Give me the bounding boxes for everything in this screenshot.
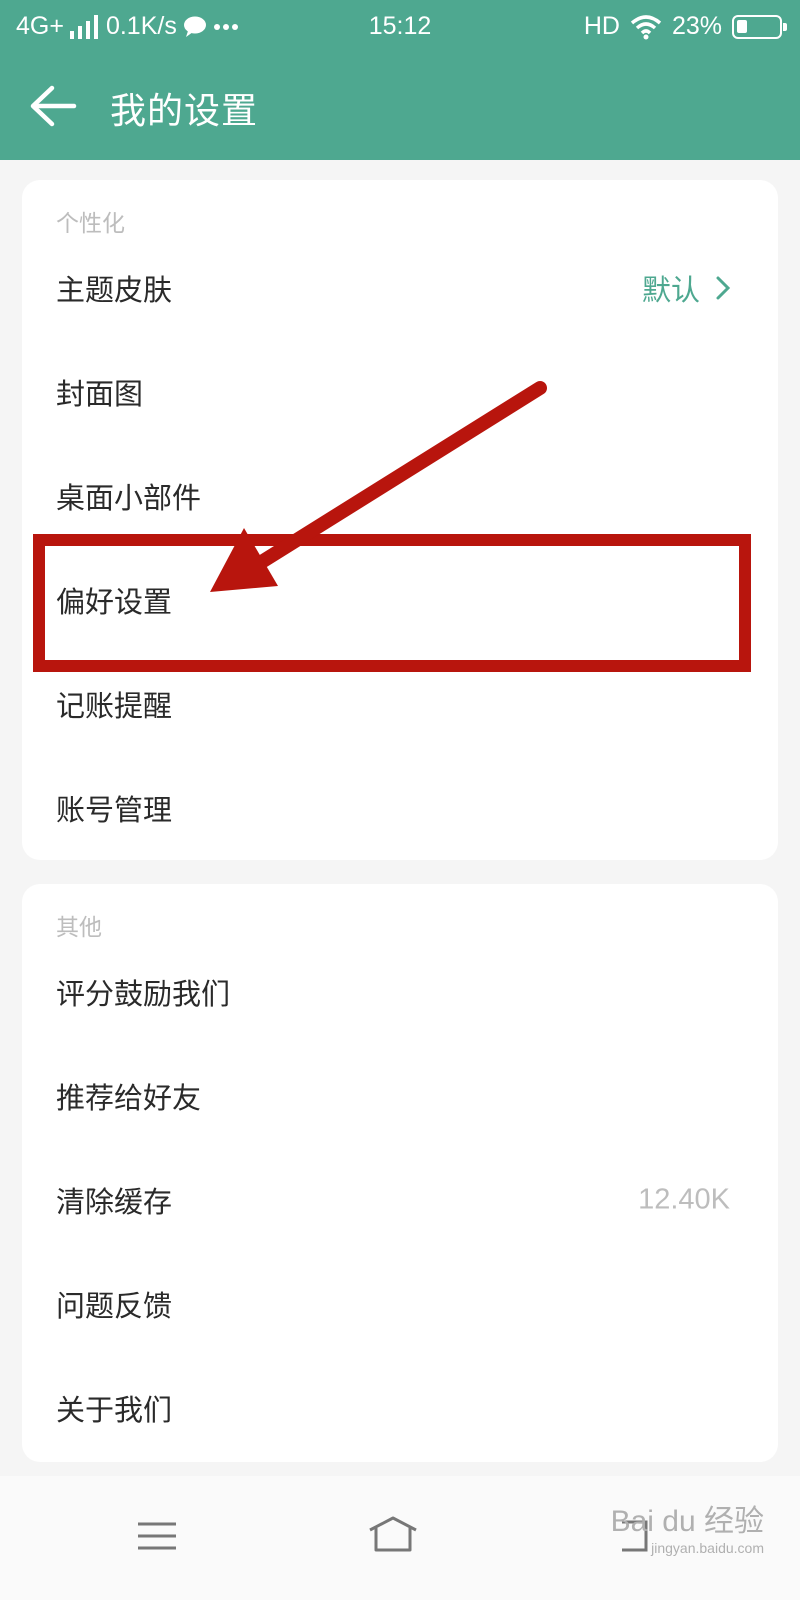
watermark-brand: Bai du 经验 — [610, 1505, 764, 1538]
settings-item-feedback[interactable]: 问题反馈 — [22, 1252, 778, 1356]
settings-item-widget[interactable]: 桌面小部件 — [22, 444, 778, 548]
settings-item-about[interactable]: 关于我们 — [22, 1356, 778, 1460]
chevron-right-icon — [716, 276, 731, 300]
item-label: 评分鼓励我们 — [56, 977, 231, 1011]
settings-item-theme[interactable]: 主题皮肤 默认 — [22, 236, 778, 340]
item-label: 记账提醒 — [56, 689, 173, 723]
section-label-other: 其他 — [56, 915, 102, 941]
item-label: 推荐给好友 — [56, 1081, 202, 1115]
item-label: 问题反馈 — [56, 1289, 173, 1323]
settings-item-cover[interactable]: 封面图 — [22, 340, 778, 444]
item-label: 桌面小部件 — [56, 481, 202, 515]
highlight-box-annotation — [33, 534, 751, 672]
back-arrow-icon[interactable] — [28, 84, 78, 128]
watermark-url: jingyan.baidu.com — [651, 1540, 764, 1556]
status-bar: 4G+ 0.1K/s 15:12 HD 23% — [0, 0, 800, 56]
item-label: 关于我们 — [56, 1393, 173, 1427]
home-icon[interactable] — [358, 1506, 428, 1566]
wifi-icon — [630, 14, 662, 39]
cache-size: 12.40K — [638, 1183, 730, 1216]
settings-item-account[interactable]: 账号管理 — [22, 756, 778, 860]
menu-icon[interactable] — [122, 1506, 192, 1566]
item-label: 清除缓存 — [56, 1185, 173, 1219]
settings-item-clear-cache[interactable]: 清除缓存 12.40K — [22, 1148, 778, 1252]
settings-item-recommend[interactable]: 推荐给好友 — [22, 1044, 778, 1148]
app-header: 4G+ 0.1K/s 15:12 HD 23% 我的设置 — [0, 0, 800, 160]
watermark: Bai du 经验 jingyan.baidu.com — [611, 1496, 764, 1556]
section-label-personalization: 个性化 — [56, 211, 125, 237]
settings-item-rate[interactable]: 评分鼓励我们 — [22, 940, 778, 1044]
personalization-card: 个性化 主题皮肤 默认 封面图 桌面小部件 偏好设置 记账提醒 账号管理 — [22, 180, 778, 860]
hd-indicator: HD — [583, 12, 620, 40]
item-label: 账号管理 — [56, 793, 173, 827]
battery-icon — [732, 14, 787, 39]
item-label: 主题皮肤 — [56, 273, 173, 307]
other-card: 其他 评分鼓励我们 推荐给好友 清除缓存 12.40K 问题反馈 关于我们 — [22, 884, 778, 1462]
item-label: 封面图 — [56, 377, 144, 411]
battery-percent: 23% — [671, 12, 722, 40]
theme-value: 默认 — [641, 273, 700, 307]
page-title: 我的设置 — [110, 91, 259, 132]
